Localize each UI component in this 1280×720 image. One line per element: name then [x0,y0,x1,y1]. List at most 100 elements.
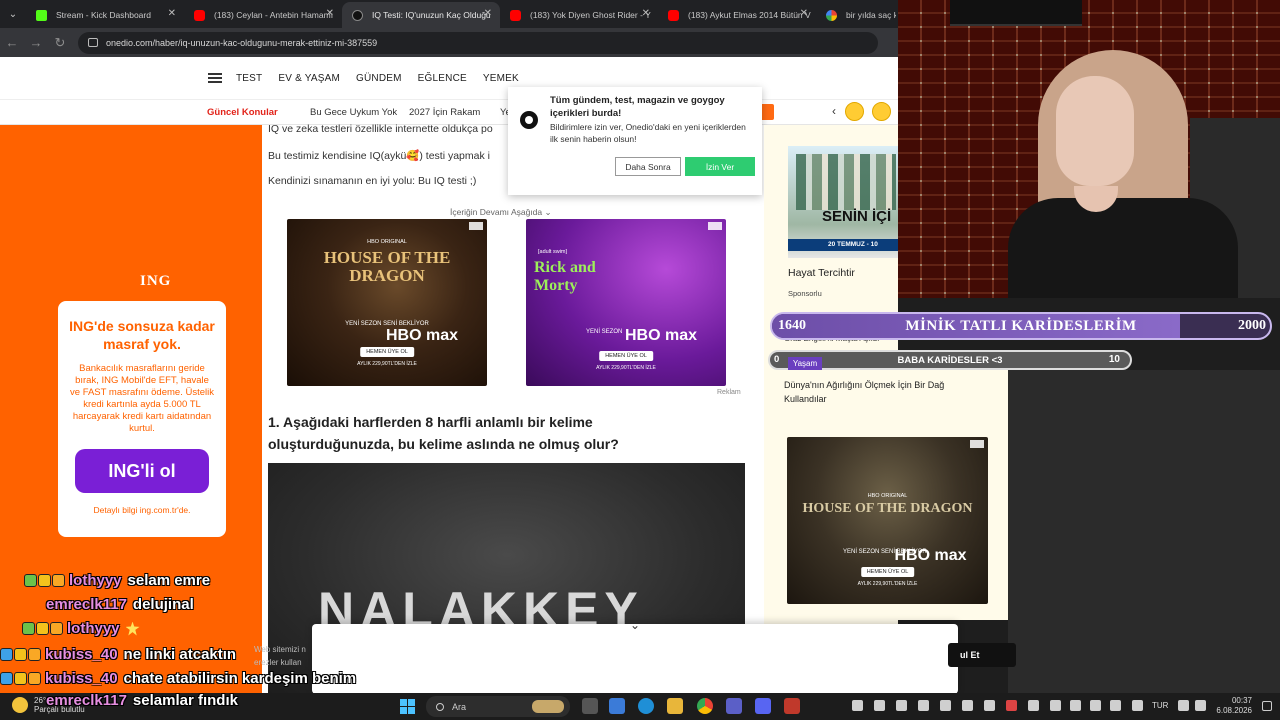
taskbar-search[interactable]: Ara [426,696,570,717]
close-tab-icon[interactable]: ✕ [800,8,808,19]
site-info-icon[interactable] [88,38,98,47]
google-icon [826,10,837,21]
ad-price: AYLIK 229,90TL'DEN İZLE [357,361,417,367]
article-paragraph: Kendinizi sınamanın en iyi yolu: Bu IQ t… [268,175,477,187]
ad-subscribe-button[interactable]: HEMEN ÜYE OL [860,567,915,577]
forward-icon[interactable]: → [24,35,48,50]
accept-cookies-button[interactable]: ul Et [948,643,1016,667]
topic-link[interactable]: Bu Gece Uykum Yok [310,107,397,118]
close-tab-icon[interactable]: ✕ [326,8,334,19]
ad-choices-icon[interactable] [708,222,722,230]
topic-badge [760,104,774,120]
tab-youtube-aykut-elmas[interactable]: (183) Aykut Elmas 2014 Bütün V ✕ [658,2,816,28]
sponsored-promo-image[interactable]: SENİN İÇİ 20 TEMMUZ - 10 [788,146,898,258]
tray-app-icon[interactable] [1028,700,1039,711]
ing-cta-button[interactable]: ING'li ol [75,449,209,493]
ing-ad-card: ING'de sonsuza kadar masraf yok. Bankacı… [58,301,226,537]
tray-app-icon[interactable] [1070,700,1081,711]
push-notification-prompt: Tüm gündem, test, magazin ve goygoy içer… [508,87,762,195]
article-link-dunya[interactable]: Dünya'nın Ağırlığını Ölçmek İçin Bir Dağ… [784,378,974,406]
nav-link-gundem[interactable]: GÜNDEM [356,73,402,84]
tray-app-icon[interactable] [918,700,929,711]
nav-link-eglence[interactable]: EĞLENCE [418,73,467,84]
allow-button[interactable]: İzin Ver [685,157,755,176]
edge-icon[interactable] [638,698,654,714]
time: 00:37 [1231,696,1252,705]
tab-google-search[interactable]: bir yılda saç kaç [816,2,896,28]
tray-app-icon[interactable] [896,700,907,711]
network-icon[interactable] [1178,700,1189,711]
partly-cloudy-icon [12,697,28,713]
obs-icon[interactable] [784,698,800,714]
discord-icon[interactable] [755,698,771,714]
notifications-icon[interactable] [1262,701,1272,711]
date: 6.08.2026 [1216,706,1252,715]
rick-and-morty-ad[interactable]: [adult swim] Rick and Morty YENİ SEZON H… [526,219,726,386]
volume-icon[interactable] [1195,700,1206,711]
laughing-emoji-icon[interactable] [872,102,891,121]
nav-link-yemek[interactable]: YEMEK [483,73,519,84]
close-tab-icon[interactable]: ✕ [642,8,650,19]
ad-subscribe-button[interactable]: HEMEN ÜYE OL [360,347,414,357]
tray-app-icon[interactable] [1090,700,1101,711]
house-of-the-dragon-ad-right[interactable]: HBO ORIGINAL HOUSE OF THE DRAGON YENİ SE… [787,437,988,604]
reload-icon[interactable]: ↻ [48,35,72,51]
promo-title[interactable]: Hayat Tercihtir [788,267,855,279]
teams-icon[interactable] [726,698,742,714]
tray-app-icon[interactable] [1050,700,1061,711]
tab-title: IQ Testi: IQ'unuzun Kaç Olduğu [372,10,491,20]
sponsored-label: Sponsorlu [788,289,822,298]
ad-choices-icon[interactable] [469,222,483,230]
goal-max: 2000 [1238,318,1266,333]
tray-app-icon[interactable] [962,700,973,711]
clock[interactable]: 00:37 6.08.2026 [1212,696,1252,716]
hbo-max-logo: HBO max [385,327,459,344]
input-language[interactable]: TUR [1152,701,1168,710]
ad-title: Rick and Morty [534,259,596,294]
tab-search-chevron-icon[interactable]: ⌄ [0,0,26,28]
tray-app-icon[interactable] [940,700,951,711]
category-tag[interactable]: Yaşam [788,357,822,370]
notification-title: Tüm gündem, test, magazin ve goygoy içer… [550,95,725,119]
back-icon[interactable]: ← [0,35,24,50]
house-of-the-dragon-ad[interactable]: HBO ORIGINAL HOUSE OF THE DRAGON YENİ SE… [287,219,487,386]
chevron-left-icon[interactable]: ‹ [832,104,836,118]
youtube-icon [194,10,205,21]
topic-link[interactable]: 2027 İçin Rakam [409,107,480,118]
onedio-logo-icon [520,111,538,129]
nav-link-test[interactable]: TEST [236,73,262,84]
later-button[interactable]: Daha Sonra [615,157,681,176]
tray-app-icon[interactable] [874,700,885,711]
sub-goal-end: 10 [1108,354,1120,365]
chrome-icon[interactable] [697,698,713,714]
close-tab-icon[interactable]: ✕ [484,8,492,19]
tray-app-icon[interactable] [1006,700,1017,711]
ad-subscribe-button[interactable]: HEMEN ÜYE OL [599,351,653,361]
search-placeholder: Ara [452,701,467,712]
sad-emoji-icon[interactable] [845,102,864,121]
tab-youtube-ghost-rider[interactable]: (183) Yok Diyen Ghost Rider - Y ✕ [500,2,658,28]
close-tab-icon[interactable]: ✕ [168,8,176,19]
ad-label: Reklam [717,389,741,396]
tray-app-icon[interactable] [1132,700,1143,711]
ing-ad[interactable]: ING ING'de sonsuza kadar masraf yok. Ban… [0,125,262,693]
tab-youtube-ceylan[interactable]: (183) Ceylan - Antebin Hamamı ✕ [184,2,342,28]
copilot-icon[interactable] [609,698,625,714]
tray-chevron-icon[interactable] [852,700,863,711]
nav-link-ev-yasam[interactable]: EV & YAŞAM [278,73,340,84]
tab-kick-dashboard[interactable]: Stream - Kick Dashboard ✕ [26,2,184,28]
chevron-down-icon[interactable]: ⌄ [630,618,640,632]
tab-title: bir yılda saç kaç [846,10,896,20]
tray-app-icon[interactable] [984,700,995,711]
task-view-icon[interactable] [582,698,598,714]
windows-start-icon[interactable] [400,699,415,714]
tray-app-icon[interactable] [1110,700,1121,711]
hamburger-menu-icon[interactable] [208,73,222,83]
file-explorer-icon[interactable] [667,698,683,714]
stream-dark-area [1008,370,1280,693]
url-bar[interactable]: onedio.com/haber/iq-unuzun-kac-oldugunu-… [78,31,878,54]
tab-onedio-iq-test[interactable]: IQ Testi: IQ'unuzun Kaç Olduğu ✕ [342,2,500,28]
ad-small-label: HBO ORIGINAL [867,493,908,499]
ad-choices-icon[interactable] [970,440,984,448]
youtube-icon [668,10,679,21]
